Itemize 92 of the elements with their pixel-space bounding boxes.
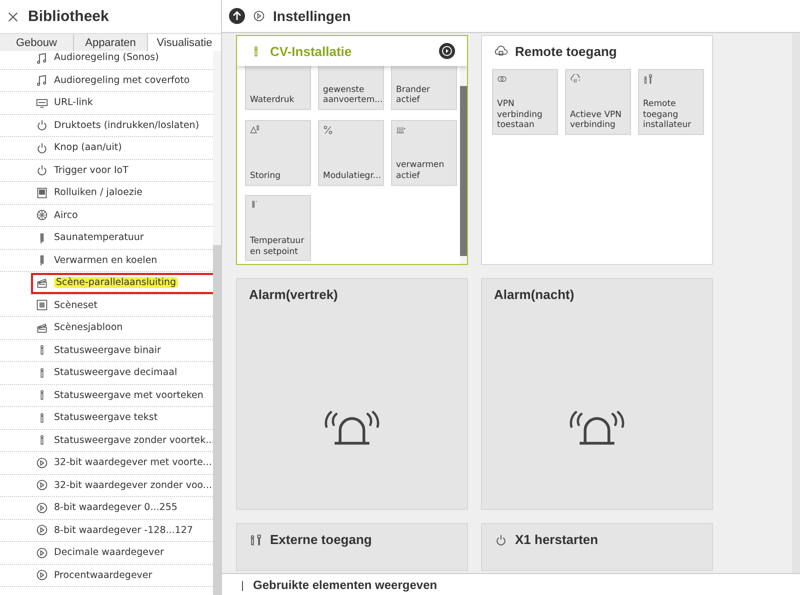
item-label: Statusweergave tekst xyxy=(54,412,158,424)
tile-label: Actieve VPN verbinding xyxy=(570,110,623,131)
music-note-icon xyxy=(36,52,48,64)
card-title: X1 herstarten xyxy=(515,532,600,546)
card-title: Remote toegang xyxy=(515,44,618,58)
tools-icon xyxy=(643,74,653,84)
link-icon xyxy=(36,96,48,109)
page-title: Instellingen xyxy=(273,8,351,24)
item-label: Saunatemperatuur xyxy=(54,232,144,244)
card-title: Externe toegang xyxy=(270,532,373,546)
tile-label: verwarmen actief xyxy=(396,160,446,182)
card-title: Alarm(vertrek) xyxy=(249,286,339,302)
item-label: Airco xyxy=(54,210,78,221)
clapperboard-icon xyxy=(36,322,48,334)
item-label: 8-bit waardegever 0...255 xyxy=(54,502,178,514)
blind-icon xyxy=(36,186,48,199)
library-item[interactable]: Scène-parallelaansluiting xyxy=(30,272,213,294)
function-tile[interactable]: Modulatiegr... xyxy=(318,120,384,186)
widget-card[interactable]: Alarm(vertrek) xyxy=(236,278,468,510)
function-tile[interactable]: Temperatuur en setpoint xyxy=(245,195,311,262)
card-title: CV-Installatie xyxy=(270,44,353,58)
dial-icon xyxy=(36,502,48,514)
tile-label: Brander actief xyxy=(396,84,432,106)
tile-label: Temperatuur en setpoint xyxy=(250,236,306,258)
rings-icon xyxy=(497,74,507,84)
widget-card[interactable]: Alarm(nacht) xyxy=(481,278,713,510)
thermometer-icon xyxy=(250,200,260,210)
warning-icon xyxy=(250,124,260,135)
item-label: Scèneset xyxy=(54,300,98,311)
tile-label: VPN verbinding toestaan xyxy=(497,99,544,131)
percent-icon xyxy=(323,124,333,135)
tab[interactable]: Visualisatie xyxy=(148,34,221,51)
dial-icon xyxy=(36,456,48,469)
close-icon[interactable] xyxy=(8,12,18,22)
tile-label: Modulatiegr... xyxy=(323,171,379,182)
scene-set-icon xyxy=(36,299,48,312)
fan-icon xyxy=(36,209,48,222)
function-tile[interactable]: VPN verbinding toestaan xyxy=(492,69,558,135)
tile-label: Waterdruk xyxy=(250,95,296,106)
function-tile[interactable]: Waterdruk xyxy=(245,66,311,110)
item-label: URL-link xyxy=(54,97,93,108)
show-used-elements-link[interactable]: Gebruikte elementen weergeven xyxy=(253,578,438,592)
item-label: Statusweergave met voorteken xyxy=(54,390,204,401)
function-tile[interactable]: Storing xyxy=(245,120,311,186)
widget-card[interactable]: X1 herstarten xyxy=(481,523,713,571)
widget-card[interactable]: Remote toegang VPN verbinding toestaan Actieve VPN verbinding Remote toegang installateur xyxy=(481,35,713,265)
dial-icon xyxy=(36,524,48,536)
item-label: Scènesjabloon xyxy=(54,322,123,334)
dial-icon xyxy=(36,569,48,582)
item-label: Scène-parallelaansluiting xyxy=(54,277,178,288)
dial-icon xyxy=(36,546,48,559)
item-label: 32-bit waardegever met voorte... xyxy=(54,457,212,468)
item-label: Rolluiken / jaloezie xyxy=(54,187,142,198)
widget-card[interactable]: Externe toegang xyxy=(236,523,468,571)
tile-label: Storing xyxy=(250,171,282,182)
clapperboard-icon xyxy=(36,276,48,289)
music-note-icon xyxy=(36,74,48,86)
power-icon xyxy=(36,142,48,154)
scrollbar[interactable] xyxy=(213,51,221,595)
power-icon xyxy=(494,532,508,546)
function-tile[interactable]: Brander actief xyxy=(391,66,457,110)
scrollbar[interactable] xyxy=(792,33,800,573)
power-icon xyxy=(36,164,48,176)
item-label: Druktoets (indrukken/loslaten) xyxy=(54,120,200,131)
sidebar-title: Bibliotheek xyxy=(28,8,109,25)
play-button-icon[interactable] xyxy=(439,43,455,59)
item-label: Trigger voor IoT xyxy=(54,164,128,176)
heater-icon xyxy=(396,124,406,135)
function-tile[interactable]: gewenste aanvoertem... xyxy=(318,66,384,110)
item-label: Audioregeling met coverfoto xyxy=(54,74,190,86)
item-label: 8-bit waardegever -128...127 xyxy=(54,524,193,536)
item-label: Knop (aan/uit) xyxy=(54,142,122,154)
item-label: Statusweergave decimaal xyxy=(54,367,178,378)
cloud-icon xyxy=(494,44,508,58)
tools-icon xyxy=(249,532,263,546)
card-title: Alarm(nacht) xyxy=(494,286,576,302)
cloud-icon xyxy=(570,74,580,84)
dial-icon xyxy=(253,10,265,22)
item-label: Procentwaardegever xyxy=(54,570,152,581)
widget-card[interactable]: CV-Installatie Waterdruk gewenste aanvoertem... Brander actief Storing Modulatiegr... verwarmen actief Temperatuur en setpoint xyxy=(236,35,468,265)
item-label: Audioregeling (Sonos) xyxy=(54,52,159,64)
function-tile[interactable]: verwarmen actief xyxy=(391,120,457,186)
power-icon xyxy=(36,119,48,132)
function-tile[interactable]: Remote toegang installateur xyxy=(638,69,704,135)
item-label: Decimale waardegever xyxy=(54,547,164,558)
dial-icon xyxy=(36,479,48,492)
tile-label: Remote toegang installateur xyxy=(643,99,692,131)
item-label: Statusweergave binair xyxy=(54,344,161,356)
scrollbar-thumb[interactable] xyxy=(213,245,221,595)
item-label: Verwarmen en koelen xyxy=(54,254,158,266)
item-label: 32-bit waardegever zonder voo... xyxy=(54,480,212,491)
function-tile[interactable]: Actieve VPN verbinding xyxy=(565,69,631,135)
